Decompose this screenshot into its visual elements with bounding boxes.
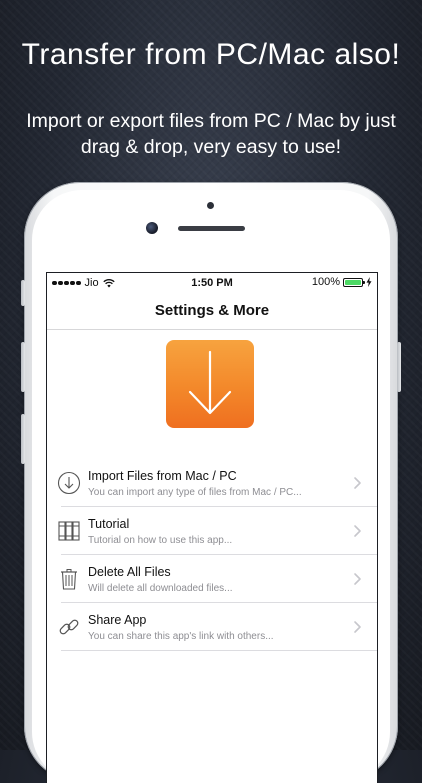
link-icon xyxy=(59,619,79,635)
app-icon xyxy=(166,340,254,428)
row-subtitle: You can share this app's link with other… xyxy=(88,631,274,642)
mute-switch xyxy=(21,280,25,306)
delete-all-files-row[interactable]: Delete All Files Will delete all downloa… xyxy=(47,555,377,603)
trash-icon xyxy=(61,569,77,590)
chevron-right-icon xyxy=(354,621,361,633)
chevron-right-icon xyxy=(354,525,361,537)
promo-subtext: Import or export files from PC / Mac by … xyxy=(26,110,396,158)
row-title: Delete All Files xyxy=(88,565,171,579)
row-subtitle: Will delete all downloaded files... xyxy=(88,583,233,594)
volume-down-button xyxy=(21,414,25,464)
books-icon xyxy=(58,521,80,541)
power-button xyxy=(397,342,401,392)
page-title: Settings & More xyxy=(154,302,270,319)
battery-level xyxy=(345,279,361,285)
battery-percent: 100% xyxy=(311,276,340,288)
promo-headline: Transfer from PC/Mac also! xyxy=(21,38,401,71)
status-bar: Jio 1:50 PM 100% xyxy=(47,273,377,293)
navigation-bar: Settings & More xyxy=(47,293,377,330)
import-files-row[interactable]: Import Files from Mac / PC You can impor… xyxy=(47,459,377,507)
chevron-right-icon xyxy=(354,477,361,489)
row-subtitle: You can import any type of files from Ma… xyxy=(88,487,302,498)
phone-screen: Jio 1:50 PM 100% Settings & More Import … xyxy=(46,272,378,783)
earpiece-speaker xyxy=(178,226,245,231)
phone-frame: Jio 1:50 PM 100% Settings & More Import … xyxy=(21,182,401,783)
share-app-row[interactable]: Share App You can share this app's link … xyxy=(47,603,377,651)
charging-bolt-icon xyxy=(366,277,372,287)
settings-list: Import Files from Mac / PC You can impor… xyxy=(47,459,377,651)
row-subtitle: Tutorial on how to use this app... xyxy=(88,535,233,546)
volume-up-button xyxy=(21,342,25,392)
download-circle-icon xyxy=(57,471,81,495)
download-arrow-icon xyxy=(188,350,232,415)
tutorial-row[interactable]: Tutorial Tutorial on how to use this app… xyxy=(47,507,377,555)
row-title: Tutorial xyxy=(88,517,130,531)
row-title: Import Files from Mac / PC xyxy=(88,469,237,483)
status-bar-right: 100% xyxy=(312,276,372,288)
front-camera xyxy=(146,222,158,234)
battery-icon xyxy=(343,277,365,287)
chevron-right-icon xyxy=(354,573,361,585)
row-title: Share App xyxy=(88,613,147,627)
proximity-sensor xyxy=(207,202,214,209)
